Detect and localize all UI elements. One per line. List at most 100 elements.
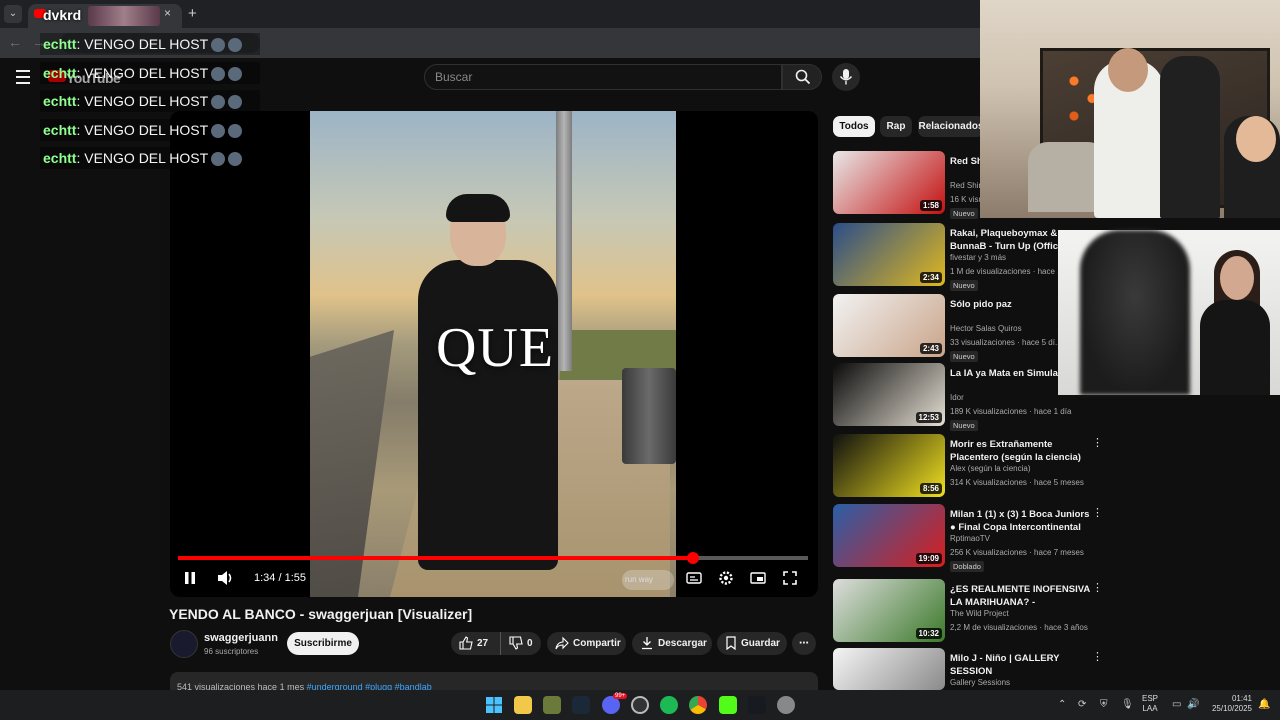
volume-icon[interactable] bbox=[217, 570, 235, 586]
voice-search-button[interactable] bbox=[832, 63, 860, 91]
steam-alt-icon[interactable] bbox=[748, 696, 766, 714]
layout-code: LAA bbox=[1142, 704, 1158, 713]
chat-message: echtt: VENGO DEL HOST bbox=[40, 118, 260, 141]
chat-message: echtt: VENGO DEL HOST bbox=[40, 147, 260, 169]
recommendation-thumbnail[interactable]: 12:53 bbox=[833, 363, 945, 426]
recommendation-thumbnail[interactable]: 10:32 bbox=[833, 579, 945, 642]
webcam-guest-face bbox=[1220, 256, 1254, 300]
kick-icon[interactable] bbox=[719, 696, 737, 714]
more-actions-button[interactable]: ⋯ bbox=[792, 632, 816, 655]
tray-shield-icon[interactable]: ⛨ bbox=[1100, 699, 1108, 710]
tab-search-chevron-icon[interactable]: ⌄ bbox=[4, 5, 22, 23]
clock-date: 25/10/2025 bbox=[1211, 704, 1252, 713]
recommendation-thumbnail[interactable]: 2:34 bbox=[833, 223, 945, 286]
steam-icon[interactable] bbox=[572, 696, 590, 714]
pause-icon[interactable] bbox=[183, 570, 197, 586]
close-tab-icon[interactable]: × bbox=[164, 6, 171, 20]
recommendation-thumbnail[interactable]: 2:43 bbox=[833, 294, 945, 357]
recommendation-badge: Nuevo bbox=[950, 351, 978, 362]
chat-message: echtt: VENGO DEL HOST bbox=[40, 33, 260, 55]
recommendation-meta: 1 M de visualizaciones · hace ... bbox=[950, 267, 1064, 276]
obs-icon[interactable] bbox=[631, 696, 649, 714]
chat-text: : VENGO DEL HOST bbox=[76, 150, 209, 166]
video-caption: QUE bbox=[435, 317, 555, 379]
new-tab-button[interactable]: + bbox=[188, 5, 197, 22]
miniplayer-icon[interactable] bbox=[750, 570, 766, 586]
more-options-icon[interactable]: ⋮ bbox=[1092, 650, 1103, 663]
minecraft-icon[interactable] bbox=[543, 696, 561, 714]
settings-icon[interactable] bbox=[777, 696, 795, 714]
webcam-guest-body bbox=[1200, 300, 1270, 395]
download-button[interactable]: Descargar bbox=[632, 632, 712, 655]
search-icon bbox=[795, 69, 811, 85]
recommendation-thumbnail[interactable]: 1:58 bbox=[833, 151, 945, 214]
recommendation-channel[interactable]: The Wild Project bbox=[950, 609, 1009, 618]
more-options-icon[interactable]: ⋮ bbox=[1092, 581, 1103, 594]
chat-username: echtt bbox=[43, 121, 77, 138]
autoplay-toggle[interactable]: run way bbox=[622, 570, 674, 590]
like-button[interactable]: 27 bbox=[451, 632, 501, 655]
back-arrow-icon[interactable]: ← bbox=[8, 34, 22, 50]
recommendation-channel[interactable]: Alex (según la ciencia) bbox=[950, 464, 1030, 473]
file-explorer-icon[interactable] bbox=[514, 696, 532, 714]
recommendation-channel[interactable]: Idor bbox=[950, 393, 964, 402]
recommendation-title[interactable]: Milan 1 (1) x (3) 1 Boca Juniors ● Final… bbox=[950, 508, 1090, 535]
recommendation-title[interactable]: ¿ES REALMENTE INOFENSIVA LA MARIHUANA? -… bbox=[950, 583, 1090, 610]
recommendation-channel[interactable]: Hector Salas Quiros bbox=[950, 324, 1022, 333]
microphone-icon bbox=[839, 69, 853, 85]
tray-mic-icon[interactable]: 🎙 bbox=[1121, 699, 1134, 710]
recommendation-thumbnail[interactable]: 19:09 bbox=[833, 504, 945, 567]
dislike-button[interactable]: 0 bbox=[501, 632, 533, 655]
share-label: Compartir bbox=[573, 638, 621, 649]
recommendation-title[interactable]: Milo J - Niño | GALLERY SESSION bbox=[950, 652, 1090, 678]
search-button[interactable] bbox=[782, 64, 822, 90]
recommendation-meta: 33 visualizaciones · hace 5 dí... bbox=[950, 338, 1062, 347]
recommendation-badge: Nuevo bbox=[950, 420, 978, 431]
tray-sync-icon[interactable]: ⟳ bbox=[1078, 699, 1086, 710]
channel-name[interactable]: swaggerjuann bbox=[204, 632, 278, 644]
progress-bar-fill bbox=[178, 556, 693, 560]
video-title: YENDO AL BANCO - swaggerjuan [Visualizer… bbox=[169, 606, 473, 622]
share-button[interactable]: Compartir bbox=[547, 632, 626, 655]
spotify-icon[interactable] bbox=[660, 696, 678, 714]
subtitles-icon[interactable] bbox=[686, 570, 702, 586]
save-button[interactable]: Guardar bbox=[717, 632, 787, 655]
more-options-icon[interactable]: ⋮ bbox=[1092, 436, 1103, 449]
recommendation-meta: 314 K visualizaciones · hace 5 meses bbox=[950, 478, 1084, 487]
progress-scrubber[interactable] bbox=[686, 552, 699, 564]
language-indicator[interactable]: ESP LAA bbox=[1142, 694, 1158, 714]
clock[interactable]: 01:41 25/10/2025 bbox=[1208, 694, 1252, 714]
chat-emote-icon bbox=[228, 152, 243, 167]
network-icon[interactable]: ▭ bbox=[1172, 699, 1181, 710]
channel-avatar[interactable] bbox=[170, 630, 198, 658]
recommendation-channel[interactable]: RptimaoTV bbox=[950, 534, 990, 543]
save-label: Guardar bbox=[741, 638, 780, 649]
recommendation-channel[interactable]: fivestar y 3 más bbox=[950, 253, 1006, 262]
chip-rap[interactable]: Rap bbox=[880, 116, 912, 137]
chat-message: echtt: VENGO DEL HOST bbox=[40, 90, 260, 112]
speaker-icon[interactable]: 🔊 bbox=[1187, 699, 1199, 710]
recommendation-thumbnail[interactable] bbox=[833, 648, 945, 690]
settings-gear-icon[interactable] bbox=[718, 570, 734, 586]
thumbs-down-icon bbox=[509, 636, 523, 651]
chrome-icon[interactable] bbox=[689, 696, 707, 714]
chip-relacionados[interactable]: Relacionados bbox=[918, 116, 984, 137]
subscribe-button[interactable]: Suscribirme bbox=[287, 632, 359, 655]
notifications-icon[interactable]: 🔔 bbox=[1258, 699, 1270, 710]
language-code: ESP bbox=[1142, 694, 1159, 703]
more-options-icon[interactable]: ⋮ bbox=[1092, 506, 1103, 519]
like-count: 27 bbox=[477, 638, 489, 649]
search-input[interactable]: Buscar bbox=[424, 64, 782, 90]
recommendation-title[interactable]: Morir es Extrañamente Placentero (según … bbox=[950, 438, 1090, 464]
dislike-count: 0 bbox=[527, 638, 533, 649]
tray-expand-chevron-icon[interactable]: ⌃ bbox=[1058, 699, 1066, 710]
fullscreen-icon[interactable] bbox=[782, 570, 798, 586]
time-display: 1:34 / 1:55 bbox=[254, 572, 306, 584]
chip-todos[interactable]: Todos bbox=[833, 116, 875, 137]
recommendation-channel[interactable]: Gallery Sessions bbox=[950, 678, 1010, 687]
download-icon bbox=[642, 637, 652, 650]
recommendation-thumbnail[interactable]: 8:56 bbox=[833, 434, 945, 497]
webcam-blurred-foreground bbox=[1080, 230, 1190, 395]
windows-start-icon[interactable] bbox=[485, 696, 503, 714]
menu-icon[interactable] bbox=[16, 70, 30, 88]
